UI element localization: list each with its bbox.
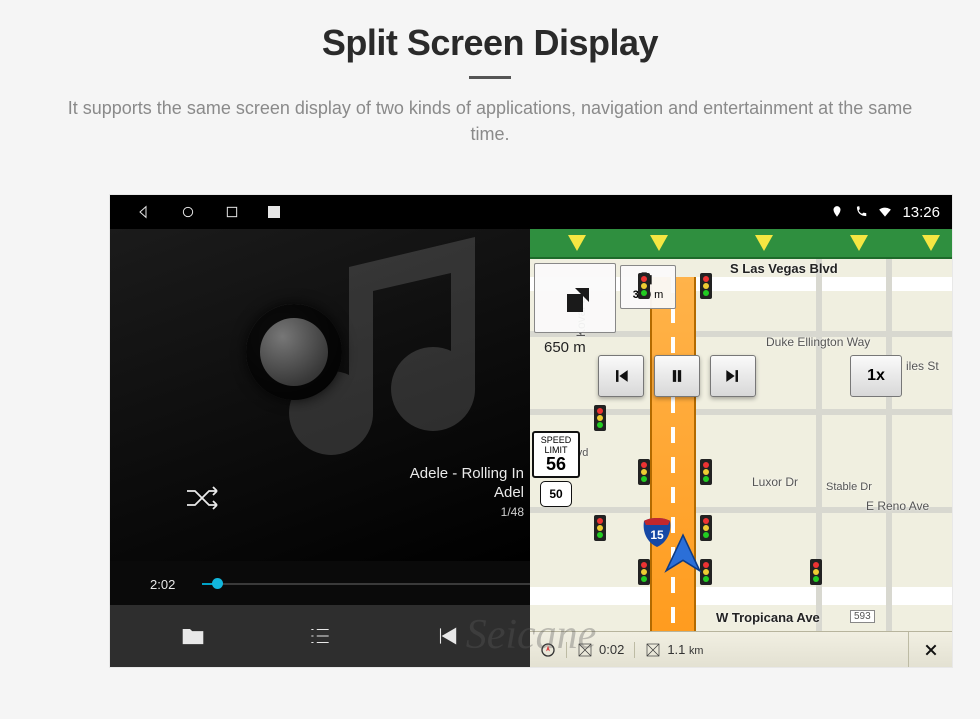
route-shield: 50 [540, 481, 572, 507]
android-nav-bar [110, 195, 530, 229]
nav-bottom-bar: 0:02 1.1 km [530, 631, 952, 667]
sim-next-button[interactable] [710, 355, 756, 397]
status-bar: 13:26 [530, 195, 952, 229]
page-subtitle: It supports the same screen display of t… [60, 95, 920, 147]
phone-icon [854, 205, 868, 219]
title-underline [469, 76, 511, 79]
track-title: Adele - Rolling In [110, 465, 524, 482]
traffic-light-icon [700, 459, 712, 485]
traffic-light-icon [638, 459, 650, 485]
traffic-light-icon [638, 273, 650, 299]
traffic-light-icon [700, 273, 712, 299]
page-title: Split Screen Display [0, 22, 980, 64]
previous-track-icon[interactable] [434, 623, 460, 649]
screenshot-icon[interactable] [268, 206, 280, 218]
status-time: 13:26 [902, 204, 940, 221]
traffic-light-icon [810, 559, 822, 585]
home-icon[interactable] [180, 204, 196, 220]
navigation-pane: 13:26 S Las Vegas Blvd Duke Ellington Wa… [530, 195, 952, 667]
sim-speed-button[interactable]: 1x [850, 355, 902, 397]
progress-track[interactable] [202, 583, 530, 585]
progress-row: 2:02 [110, 561, 530, 605]
street-label: Stable Dr [826, 481, 872, 493]
route-highlight [650, 277, 696, 631]
music-pane: Adele - Rolling In Adel 1/48 2:02 [110, 195, 530, 667]
lane-arrow-icon [650, 235, 668, 251]
close-button[interactable] [908, 632, 952, 667]
street-label: Duke Ellington Way [766, 335, 870, 349]
track-artist: Adel [110, 484, 524, 501]
speed-limit-sign: SPEED LIMIT 56 [532, 431, 580, 478]
traffic-light-icon [594, 515, 606, 541]
track-info: Adele - Rolling In Adel 1/48 [110, 465, 530, 519]
sim-playback-controls [598, 355, 756, 397]
route-marker: 593 [850, 610, 875, 623]
eta-segment[interactable]: 0:02 [566, 642, 634, 658]
street-label: E Reno Ave [866, 499, 929, 513]
lane-guidance-strip [530, 229, 952, 259]
lane-arrow-icon [850, 235, 868, 251]
sim-pause-button[interactable] [654, 355, 700, 397]
road [886, 259, 892, 631]
music-bottom-bar [110, 605, 530, 667]
album-art-area: Adele - Rolling In Adel 1/48 [110, 229, 530, 561]
playlist-icon[interactable] [307, 623, 333, 649]
play-orb-button[interactable] [246, 304, 342, 400]
street-label: Luxor Dr [752, 475, 798, 489]
turn-instruction[interactable] [534, 263, 616, 333]
folder-icon[interactable] [180, 623, 206, 649]
sim-prev-button[interactable] [598, 355, 644, 397]
progress-knob[interactable] [212, 578, 223, 589]
device-frame: Adele - Rolling In Adel 1/48 2:02 13:26 [110, 195, 952, 667]
wifi-icon [878, 205, 892, 219]
recents-icon[interactable] [224, 204, 240, 220]
lane-arrow-icon [568, 235, 586, 251]
track-counter: 1/48 [110, 505, 524, 519]
compass-button[interactable] [530, 642, 566, 658]
back-icon[interactable] [136, 204, 152, 220]
turn-distance: 650 m [544, 339, 586, 356]
traffic-light-icon [638, 559, 650, 585]
vehicle-cursor-icon [662, 533, 704, 575]
street-label: iles St [906, 359, 939, 373]
map-canvas[interactable]: S Las Vegas Blvd Duke Ellington Way Kova… [530, 259, 952, 631]
traffic-light-icon [594, 405, 606, 431]
lane-arrow-icon [922, 235, 940, 251]
street-label: S Las Vegas Blvd [730, 261, 838, 276]
elapsed-time: 2:02 [150, 577, 175, 592]
lane-arrow-icon [755, 235, 773, 251]
location-icon [830, 205, 844, 219]
distance-segment[interactable]: 1.1 km [634, 642, 713, 658]
street-label: W Tropicana Ave [716, 610, 820, 625]
